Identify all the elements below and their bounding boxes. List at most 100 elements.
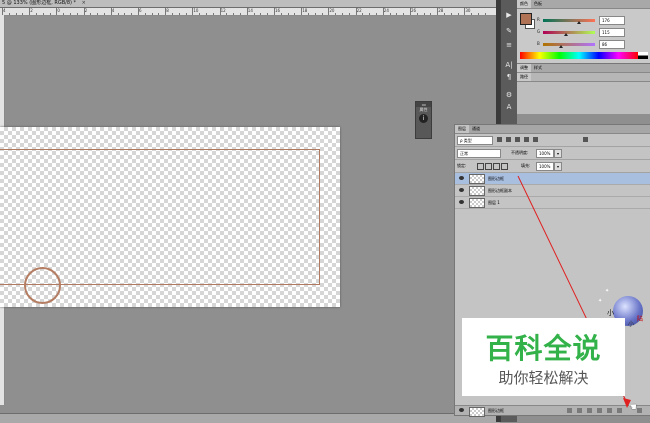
foreground-color-swatch[interactable] — [520, 13, 532, 25]
link-layers-icon[interactable] — [567, 408, 572, 413]
group-folder-icon[interactable] — [607, 408, 612, 413]
ruler-number: 12 — [220, 8, 226, 13]
color-panel: 颜色 色板 R 176 G 115 B 86 — [517, 0, 650, 64]
frame-rectangle-shape — [0, 149, 320, 285]
info-icon[interactable]: i — [419, 114, 428, 123]
lock-all-icon[interactable] — [501, 163, 508, 170]
tab-layers[interactable]: 图层 — [455, 125, 469, 133]
ruler-tick — [396, 13, 398, 15]
smart-filter-icon[interactable] — [533, 137, 538, 142]
ruler-number: 8 — [166, 8, 169, 13]
clone-source-icon[interactable]: ⚙ — [503, 90, 515, 100]
layer-row[interactable]: 图形边框副本 — [455, 185, 650, 197]
channel-value-field[interactable]: 115 — [599, 28, 625, 37]
toggle-filter-icon[interactable] — [583, 137, 588, 142]
type-filter-icon[interactable] — [515, 137, 520, 142]
brush-settings-icon[interactable]: ✎ — [503, 26, 515, 36]
color-panel-tabs: 颜色 色板 — [517, 0, 650, 9]
layer-mask-icon[interactable] — [587, 408, 592, 413]
ruler-tick — [246, 8, 248, 15]
ruler-number: 0 — [57, 8, 60, 13]
ruler-tick — [362, 13, 364, 15]
footer-layer-name: 图形边框 — [488, 408, 504, 413]
channel-slider-row: R 176 — [537, 16, 647, 26]
play-icon[interactable]: ▶ — [503, 10, 515, 20]
lock-move-icon[interactable] — [493, 163, 500, 170]
channel-label: B — [537, 41, 540, 46]
new-layer-icon[interactable] — [617, 408, 622, 413]
slider-knob-icon[interactable] — [564, 33, 569, 36]
black-white-ramp[interactable] — [638, 52, 648, 59]
ruler-tick — [328, 8, 330, 15]
document-tab[interactable]: 5 @ 133% (图形边框, RGB/8) * × — [0, 0, 86, 7]
eye-icon[interactable] — [459, 188, 464, 192]
fill-field[interactable]: 100% — [536, 162, 554, 171]
channel-slider-row: G 115 — [537, 28, 647, 38]
layer-row[interactable]: 图层 1 — [455, 197, 650, 209]
logo-left-char: 小 — [607, 309, 614, 317]
ruler-tick — [63, 13, 65, 15]
ruler-tick — [22, 13, 24, 15]
ruler-tick — [342, 13, 343, 15]
channel-slider-track[interactable] — [543, 43, 595, 46]
ruler-number: 24 — [383, 8, 389, 13]
ruler-tick — [90, 13, 92, 15]
glyph-a-icon[interactable]: A — [503, 102, 515, 112]
lock-transparent-icon[interactable] — [477, 163, 484, 170]
eye-icon[interactable] — [459, 408, 464, 412]
slider-knob-icon[interactable] — [558, 45, 563, 48]
tab-color[interactable]: 颜色 — [517, 0, 531, 8]
ruler-tick — [478, 13, 479, 15]
ruler-number: 2 — [84, 8, 88, 13]
logo-right-char: 陆 — [637, 316, 644, 323]
ruler-tick — [144, 13, 146, 15]
properties-mini-panel[interactable]: ◂◂ 属性 i — [415, 101, 432, 139]
ruler-tick — [416, 13, 418, 15]
image-filter-icon[interactable] — [497, 137, 502, 142]
tab-styles[interactable]: 样式 — [531, 64, 545, 72]
lock-paint-icon[interactable] — [485, 163, 492, 170]
adjustment-filter-icon[interactable] — [506, 137, 511, 142]
color-spectrum-bar[interactable] — [520, 52, 638, 59]
channel-value-field[interactable]: 86 — [599, 40, 625, 49]
ruler-tick — [287, 13, 289, 15]
adjustment-layer-icon[interactable] — [597, 408, 602, 413]
shape-filter-icon[interactable] — [524, 137, 529, 142]
fill-label: 填充: — [521, 163, 531, 168]
ruler-tick — [165, 8, 167, 15]
channel-value-field[interactable]: 176 — [599, 16, 625, 25]
tab-swatches[interactable]: 色板 — [531, 0, 545, 8]
paragraph-icon[interactable]: ¶ — [503, 72, 515, 82]
close-icon[interactable]: × — [81, 0, 86, 7]
tab-channels[interactable]: 通道 — [469, 125, 483, 133]
ruler-tick — [97, 13, 99, 15]
ruler-tick — [110, 8, 112, 15]
opacity-field[interactable]: 100% — [536, 149, 554, 158]
layers-comp-icon[interactable]: ≡ — [503, 40, 515, 50]
ruler-tick — [124, 13, 126, 15]
layer-style-icon[interactable] — [577, 408, 582, 413]
tab-paths[interactable]: 路径 — [517, 73, 531, 81]
fill-dropdown-icon[interactable]: ▾ — [554, 162, 562, 171]
layer-thumbnail — [469, 198, 485, 208]
ruler-tick — [15, 13, 17, 15]
tab-adjustments[interactable]: 调整 — [517, 64, 531, 72]
ruler-tick — [484, 13, 486, 15]
character-icon[interactable]: A| — [503, 60, 515, 70]
document-canvas[interactable] — [0, 127, 340, 307]
eye-icon[interactable] — [459, 200, 464, 204]
channel-slider-track[interactable] — [543, 31, 595, 34]
blend-mode-select[interactable]: 正常 — [457, 149, 501, 158]
layer-filter-select[interactable]: ρ 类型 — [457, 136, 493, 145]
ruler-tick — [151, 13, 153, 15]
ruler-tick — [389, 13, 391, 15]
channel-slider-track[interactable] — [543, 19, 595, 22]
hand-cursor-icon: ☚ — [628, 402, 637, 413]
eye-icon[interactable] — [459, 176, 464, 180]
logo-bottom-char: 小 — [628, 321, 635, 328]
slider-knob-icon[interactable] — [576, 21, 581, 24]
ruler-tick — [260, 13, 262, 15]
ruler-tick — [369, 13, 371, 15]
layer-row[interactable]: 图形边框 — [455, 173, 650, 185]
opacity-dropdown-icon[interactable]: ▾ — [554, 149, 562, 158]
